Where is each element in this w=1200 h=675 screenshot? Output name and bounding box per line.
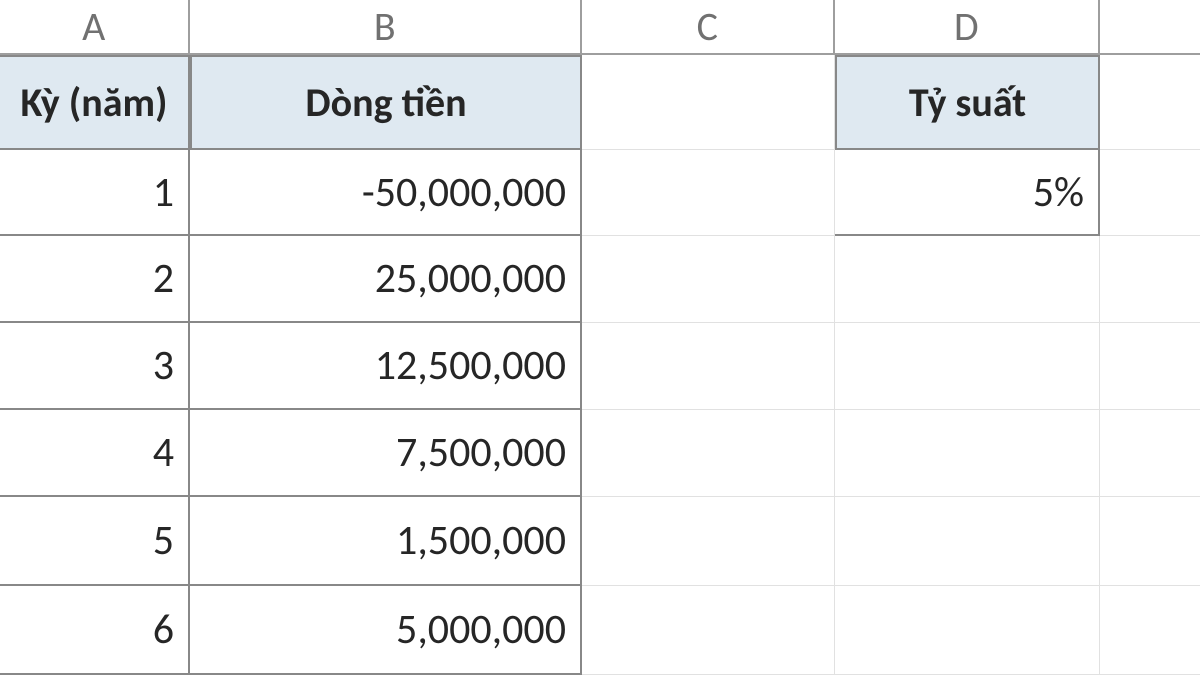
cell-A4[interactable]: 3 (0, 323, 190, 410)
cell-B3[interactable]: 25,000,000 (190, 236, 582, 323)
cell-E7[interactable] (1100, 586, 1200, 675)
cell-D6[interactable] (835, 497, 1100, 586)
cell-E4[interactable] (1100, 323, 1200, 410)
cell-C1[interactable] (582, 55, 835, 150)
cell-C2[interactable] (582, 150, 835, 236)
col-header-B[interactable]: B (190, 0, 582, 55)
col-header-C[interactable]: C (582, 0, 835, 55)
cell-B4[interactable]: 12,500,000 (190, 323, 582, 410)
cell-A6[interactable]: 5 (0, 497, 190, 586)
cell-E5[interactable] (1100, 410, 1200, 497)
cell-B2[interactable]: -50,000,000 (190, 150, 582, 236)
cell-D5[interactable] (835, 410, 1100, 497)
header-period[interactable]: Kỳ (năm) (0, 55, 190, 150)
cell-E2[interactable] (1100, 150, 1200, 236)
cell-D7[interactable] (835, 586, 1100, 675)
cell-C7[interactable] (582, 586, 835, 675)
cell-C3[interactable] (582, 236, 835, 323)
cell-E3[interactable] (1100, 236, 1200, 323)
cell-D2[interactable]: 5% (835, 150, 1100, 236)
cell-E1[interactable] (1100, 55, 1200, 150)
cell-A3[interactable]: 2 (0, 236, 190, 323)
cell-E6[interactable] (1100, 497, 1200, 586)
cell-D4[interactable] (835, 323, 1100, 410)
cell-A2[interactable]: 1 (0, 150, 190, 236)
col-header-D[interactable]: D (835, 0, 1100, 55)
spreadsheet: A B C D Kỳ (năm) Dòng tiền Tỷ suất 1 -50… (0, 0, 1200, 675)
cell-C6[interactable] (582, 497, 835, 586)
cell-B7[interactable]: 5,000,000 (190, 586, 582, 675)
header-rate[interactable]: Tỷ suất (835, 55, 1100, 150)
cell-C5[interactable] (582, 410, 835, 497)
cell-C4[interactable] (582, 323, 835, 410)
col-header-A[interactable]: A (0, 0, 190, 55)
cell-B6[interactable]: 1,500,000 (190, 497, 582, 586)
col-header-extra (1100, 0, 1200, 55)
cell-D3[interactable] (835, 236, 1100, 323)
cell-A7[interactable]: 6 (0, 586, 190, 675)
cell-A5[interactable]: 4 (0, 410, 190, 497)
cell-B5[interactable]: 7,500,000 (190, 410, 582, 497)
header-cashflow[interactable]: Dòng tiền (190, 55, 582, 150)
